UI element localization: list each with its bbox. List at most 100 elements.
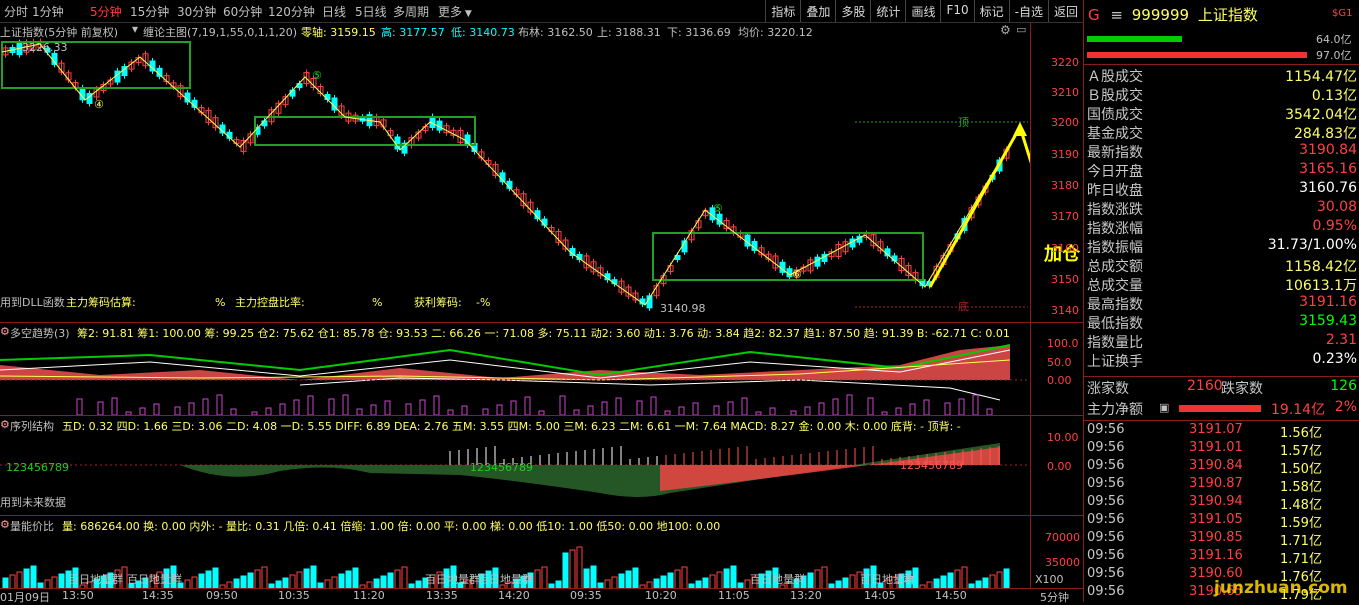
volume-bar [954, 569, 961, 589]
trend-label[interactable]: 多空趋势(3) [10, 325, 70, 341]
tick-time: 09:56 [1087, 440, 1125, 455]
tab-30min[interactable]: 30分钟 [177, 3, 216, 20]
tick-time: 09:56 [1087, 530, 1125, 545]
watchlist-button[interactable]: -自选 [1008, 0, 1048, 22]
magenta-bar [433, 395, 440, 415]
volume-bar [16, 571, 23, 589]
overlay-button[interactable]: 叠加 [800, 0, 835, 22]
trend-indicator-chart[interactable] [0, 340, 1030, 415]
panel-settings-icon[interactable]: ⚙ [0, 518, 10, 531]
quote-label: 上证换手 [1087, 354, 1143, 370]
quote-label: Ｂ股成交 [1087, 88, 1143, 104]
volume-bar [23, 568, 30, 589]
volume-bar [562, 552, 569, 589]
volume-bar [338, 573, 345, 589]
candlestick-chart[interactable]: 顶 底 3226.33 3140.98 ④ ⑤ ⑤ ⑥ 用到DLL函数 主力筹码… [0, 22, 1030, 322]
tab-60min[interactable]: 60分钟 [223, 3, 262, 20]
f10-button[interactable]: F10 [940, 0, 973, 22]
tab-daily[interactable]: 日线 [322, 3, 346, 20]
magenta-bar [944, 402, 951, 415]
panel-settings-icon[interactable]: ⚙ [0, 418, 10, 431]
tick-amount: 1.71亿 [1280, 534, 1322, 549]
volume-bar [667, 572, 674, 589]
magenta-bar [923, 399, 930, 415]
tick-list[interactable]: 09:56 3191.07 1.56亿 09:56 3191.01 1.57亿 09:56 3… [1087, 422, 1359, 602]
time-tick: 09:35 [570, 589, 602, 602]
stroke-line [1, 43, 1030, 306]
quote-row: 国债成交 3542.04亿 [1087, 104, 1357, 123]
tab-fenshi[interactable]: 分时 [4, 3, 28, 20]
time-tick: 14:35 [142, 589, 174, 602]
tick-price: 3190.85 [1189, 530, 1243, 545]
volume-bar [709, 574, 716, 589]
time-tick: 13:20 [790, 589, 822, 602]
magenta-bars [76, 394, 993, 415]
sequence-indicator-chart[interactable]: 用到未来数据 123456789 123456789 123456789 [0, 433, 1030, 515]
volume-bar [730, 565, 737, 589]
tab-5day[interactable]: 5日线 [355, 3, 387, 20]
magenta-bar [524, 396, 531, 415]
tick-row: 09:56 3191.16 1.71亿 [1087, 548, 1359, 567]
seq-numbers: 123456789 [900, 459, 963, 472]
magenta-bar [419, 399, 426, 415]
quote-label: 指数振幅 [1087, 240, 1143, 256]
net-flow-toggle-icon[interactable]: ▣ [1159, 401, 1169, 414]
panel-settings-icon[interactable]: ⚙ [0, 325, 10, 338]
tick-time: 09:56 [1087, 584, 1125, 599]
tool-buttons: 指标 叠加 多股 统计 画线 F10 标记 -自选 返回 [765, 0, 1083, 22]
top-label: 顶 [958, 116, 969, 129]
magenta-bar [370, 404, 377, 415]
time-tick: 13:35 [426, 589, 458, 602]
est-pct: % [215, 296, 225, 309]
tab-5min[interactable]: 5分钟 [90, 3, 122, 20]
y-tick: 3150 [1051, 273, 1079, 286]
multi-stock-button[interactable]: 多股 [835, 0, 870, 22]
sequence-label[interactable]: 序列结构 [10, 418, 54, 434]
quote-row: 总成交额 1158.42亿 [1087, 256, 1357, 275]
quote-row: 今日开盘 3165.16 [1087, 161, 1357, 180]
volume-label[interactable]: 量能价比 [10, 518, 54, 534]
divider [1084, 64, 1359, 65]
tab-more[interactable]: 更多 ▼ [438, 3, 472, 20]
volume-bar [1003, 568, 1010, 589]
time-tick: 14:20 [498, 589, 530, 602]
tick-time: 09:56 [1087, 476, 1125, 491]
mark-button[interactable]: 标记 [973, 0, 1009, 22]
volume-bar [296, 571, 303, 589]
volume-bar [849, 574, 856, 589]
draw-button[interactable]: 画线 [905, 0, 940, 22]
tick-time: 09:56 [1087, 494, 1125, 509]
magenta-bar [384, 400, 391, 415]
volume-bar [814, 569, 821, 589]
tab-120min[interactable]: 120分钟 [268, 3, 315, 20]
volume-chart[interactable]: 百日地量群 百日地量群 百日地量群 百日地量群 百日地量群 百日地量群 [0, 533, 1030, 589]
trend-values: 筹2: 91.81 筹1: 100.00 筹: 99.25 仓2: 75.62 … [77, 327, 1010, 340]
tab-15min[interactable]: 15分钟 [130, 3, 169, 20]
tick-amount: 1.57亿 [1280, 444, 1322, 459]
tab-multi-period[interactable]: 多周期 [393, 3, 429, 20]
indicator-button[interactable]: 指标 [765, 0, 800, 22]
menu-icon[interactable]: ≡ [1110, 6, 1123, 24]
period-toolbar: 分时 1分钟 5分钟 15分钟 30分钟 60分钟 120分钟 日线 5日线 多… [0, 0, 1083, 23]
back-button[interactable]: 返回 [1047, 0, 1083, 22]
magenta-bar [328, 398, 335, 415]
ground-text: 百日地量群 [860, 572, 915, 586]
time-tick: 13:50 [62, 589, 94, 602]
quote-row: Ａ股成交 1154.47亿 [1087, 66, 1357, 85]
stats-button[interactable]: 统计 [870, 0, 905, 22]
magenta-bar [307, 395, 314, 415]
y-tick: 3210 [1051, 86, 1079, 99]
tick-time: 09:56 [1087, 512, 1125, 527]
tab-1min[interactable]: 1分钟 [32, 3, 64, 20]
magenta-bar [405, 403, 412, 415]
up-count-label: 涨家数 [1087, 381, 1129, 397]
y-tick: 3220 [1051, 56, 1079, 69]
net-flow-row: 主力净额 ▣ 19.14亿 2% [1087, 399, 1357, 418]
seq-numbers: 123456789 [470, 461, 533, 474]
quote-label: 昨日收盘 [1087, 183, 1143, 199]
volume-bar [723, 568, 730, 589]
arrow-head [1013, 122, 1027, 136]
ground-text: 百日地量群 [127, 572, 182, 586]
magenta-bar [846, 394, 853, 415]
quote-row: 指数振幅 31.73/1.00% [1087, 237, 1357, 256]
